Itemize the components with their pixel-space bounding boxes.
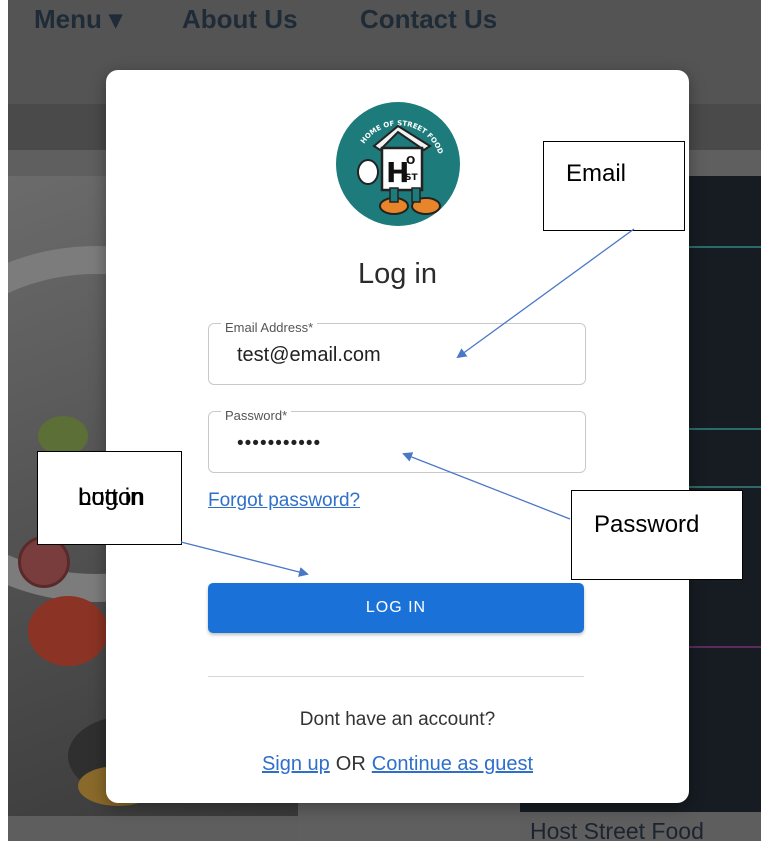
card-footer: Host Street Food — [520, 812, 761, 841]
divider — [208, 676, 584, 677]
tomato-shape — [28, 596, 108, 666]
password-label: Password* — [221, 408, 292, 423]
login-annotation-box: Log in button — [37, 451, 182, 545]
background-bottom-left — [8, 816, 298, 841]
email-annotation-box: Email — [543, 141, 685, 231]
nav-contact-us[interactable]: Contact Us — [360, 4, 497, 35]
nav-menu[interactable]: Menu ▾ — [34, 4, 122, 35]
no-account-text: Dont have an account? — [299, 709, 496, 730]
logo-letters-st: ST — [405, 173, 418, 183]
required-mark: * — [282, 408, 288, 423]
password-annotation-label: Password — [594, 511, 700, 538]
email-input[interactable] — [237, 344, 557, 367]
login-button[interactable]: LOG IN — [208, 583, 584, 633]
host-logo-icon: HOME OF STREET FOOD H O ST — [336, 102, 460, 226]
signup-link[interactable]: Sign up — [262, 753, 330, 775]
herb-shape — [38, 416, 88, 456]
password-field[interactable]: Password* ••••••••••• — [208, 408, 586, 473]
email-annotation-label: Email — [566, 160, 627, 187]
card-title: Host Street Food — [530, 818, 704, 841]
or-text: OR — [335, 753, 366, 775]
email-field[interactable]: Email Address* — [208, 320, 586, 385]
password-annotation-box: Password — [571, 490, 743, 580]
auth-links: Sign up OR Continue as guest — [106, 753, 689, 776]
login-title: Log in — [357, 258, 437, 290]
email-label: Email Address* — [221, 320, 318, 335]
login-annotation-label: Log in button — [78, 484, 145, 511]
forgot-password-link[interactable]: Forgot password? — [208, 490, 360, 512]
nav-about-us[interactable]: About Us — [182, 4, 298, 35]
continue-as-guest-link[interactable]: Continue as guest — [372, 753, 533, 775]
logo-letter-o: O — [406, 154, 415, 167]
required-mark: * — [308, 320, 314, 335]
password-input[interactable]: ••••••••••• — [237, 433, 557, 455]
